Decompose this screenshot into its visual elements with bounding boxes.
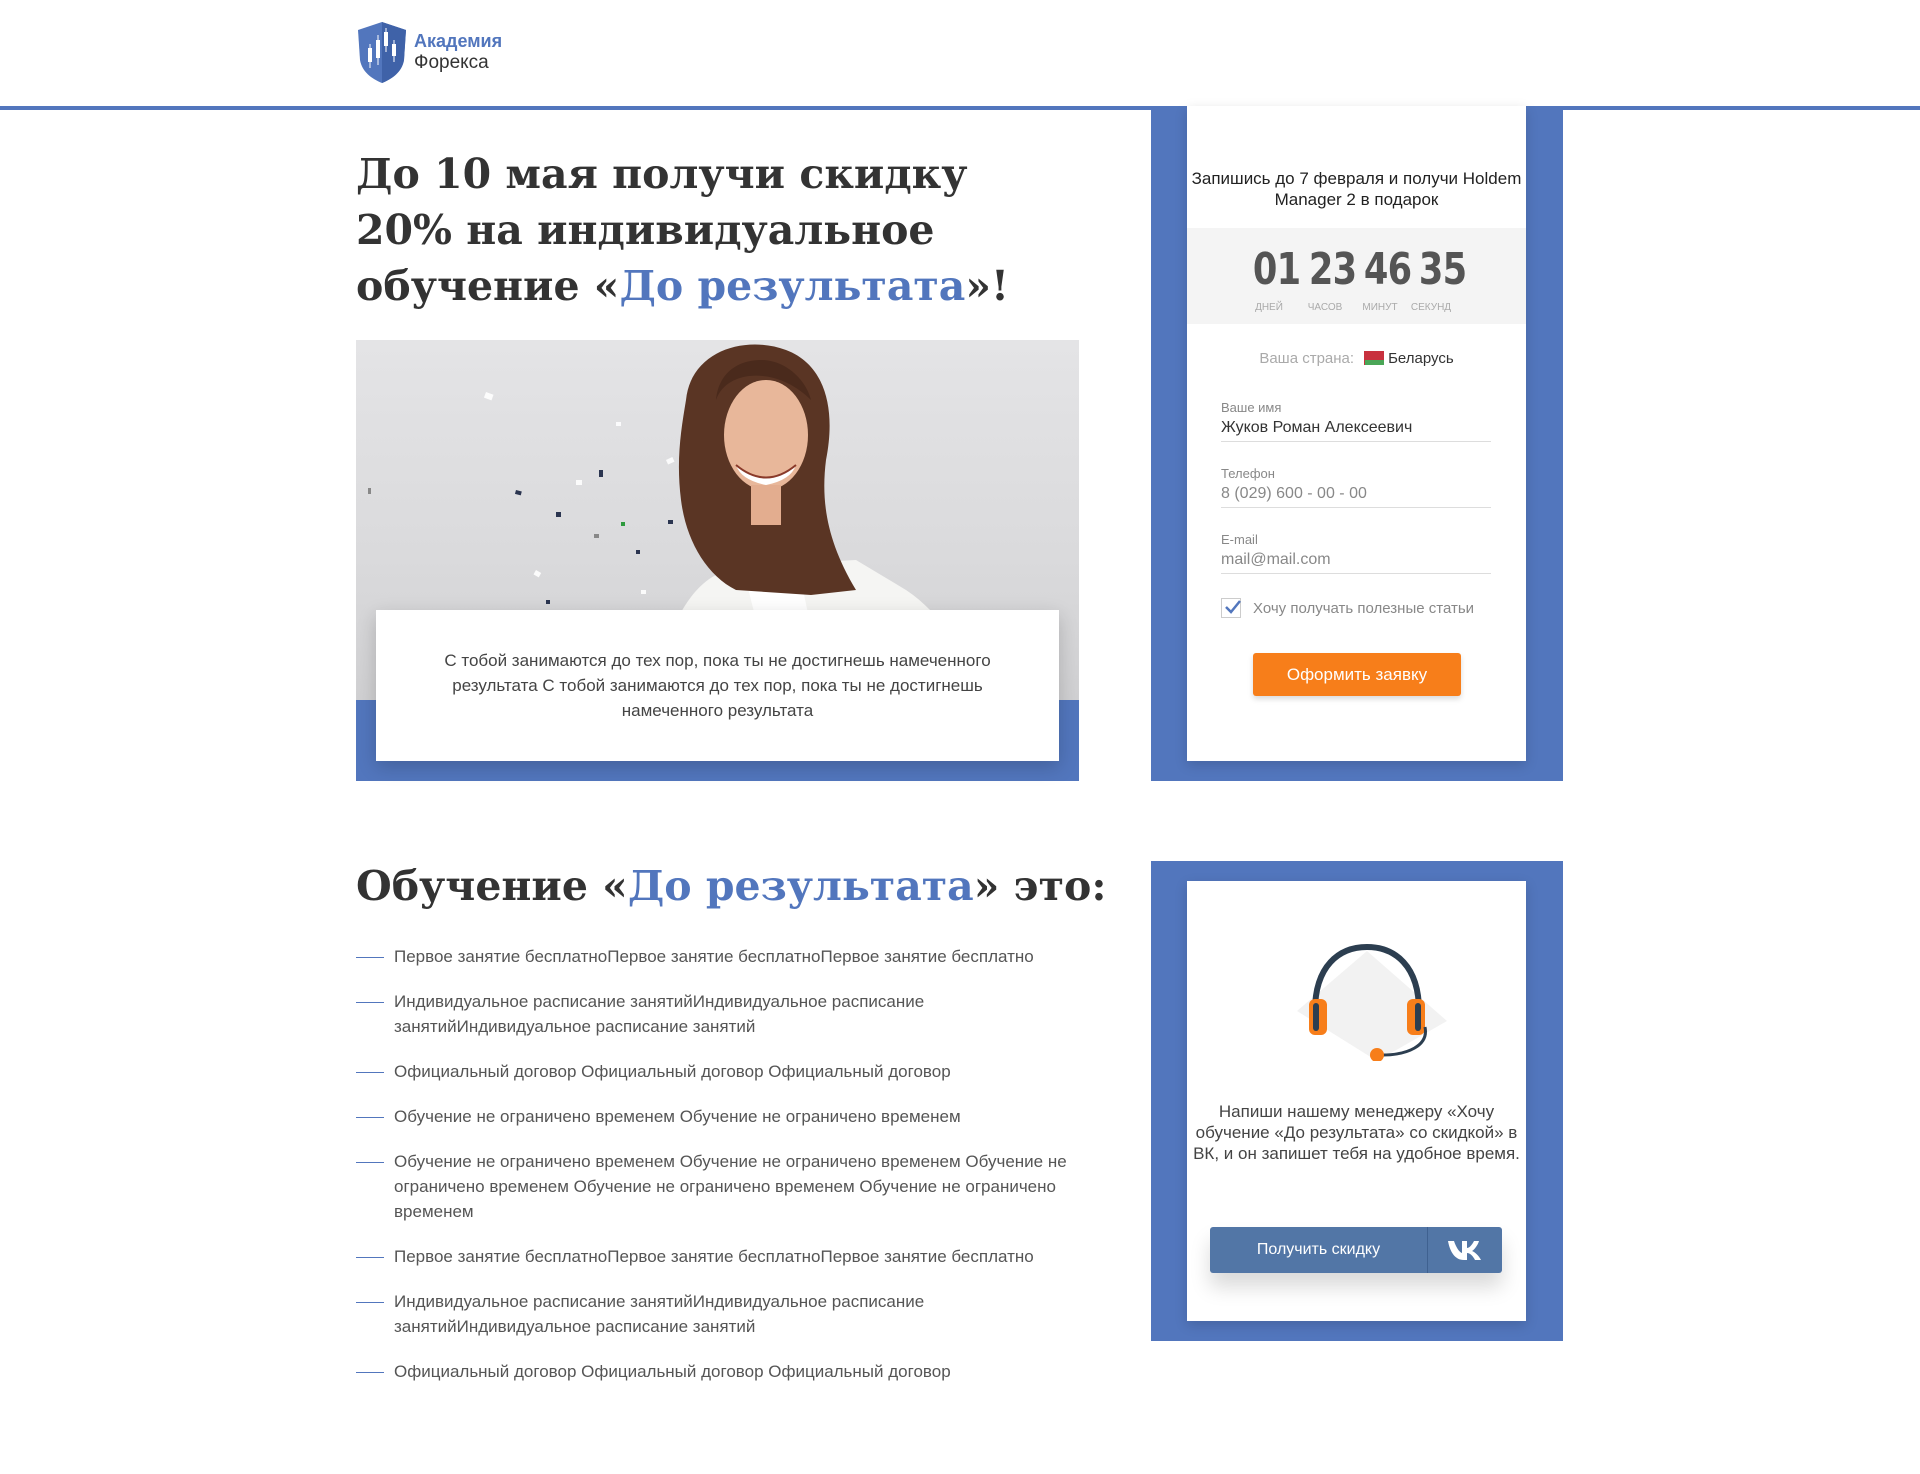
- hero-quote-card: С тобой занимаются до тех пор, пока ты н…: [376, 610, 1059, 761]
- support-card: Напиши нашему менеджеру «Хочу обучение «…: [1187, 881, 1526, 1321]
- phone-field[interactable]: Телефон 8 (029) 600 - 00 - 00: [1221, 466, 1491, 508]
- feature-item: Обучение не ограничено временем Обучение…: [356, 1104, 1076, 1129]
- feature-item: Индивидуальное расписание занятийИндивид…: [356, 989, 1076, 1039]
- timer-seconds-label: секунд: [1410, 302, 1452, 313]
- vk-icon: [1428, 1227, 1502, 1273]
- checkmark-icon: [1225, 600, 1241, 614]
- submit-button[interactable]: Оформить заявку: [1253, 653, 1461, 696]
- feature-item: Официальный договор Официальный договор …: [356, 1359, 1076, 1384]
- timer-seconds: 35: [1418, 244, 1467, 295]
- header-divider: [0, 106, 1920, 110]
- vk-discount-button[interactable]: Получить скидку: [1210, 1227, 1502, 1273]
- newsletter-checkbox-row[interactable]: Хочу получать полезные статьи: [1221, 598, 1474, 618]
- hero-title: До 10 мая получи скидку 20% на индивидуа…: [356, 146, 1076, 314]
- section-title-text: Обучение «: [356, 862, 628, 910]
- logo-subtitle: Форекса: [414, 52, 489, 73]
- timer-days: 01: [1252, 244, 1301, 295]
- name-input[interactable]: Жуков Роман Алексеевич: [1221, 419, 1491, 441]
- belarus-flag-icon: [1360, 351, 1385, 365]
- feature-item: Обучение не ограничено временем Обучение…: [356, 1149, 1076, 1224]
- name-label: Ваше имя: [1221, 400, 1282, 415]
- section-title: Обучение «До результата» это:: [356, 858, 1106, 914]
- site-header: Академия Форекса: [0, 0, 1920, 106]
- hero-title-end: »!: [965, 262, 1009, 310]
- logo-title: Академия: [414, 31, 503, 51]
- timer-minutes: 46: [1363, 244, 1412, 295]
- country-label: Ваша страна:: [1259, 350, 1355, 367]
- form-title: Запишись до 7 февраля и получи Holdem Ma…: [1191, 169, 1522, 209]
- phone-label: Телефон: [1221, 466, 1275, 481]
- feature-item: Индивидуальное расписание занятийИндивид…: [356, 1289, 1076, 1339]
- shield-logo-icon: [358, 22, 406, 83]
- name-field[interactable]: Ваше имя Жуков Роман Алексеевич: [1221, 400, 1491, 442]
- section-title-end: » это:: [973, 862, 1107, 910]
- logo[interactable]: Академия Форекса: [356, 20, 502, 84]
- vk-button-label: Получить скидку: [1210, 1227, 1428, 1273]
- hero-title-accent: До результата: [619, 262, 966, 310]
- feature-item: Первое занятие бесплатноПервое занятие б…: [356, 944, 1076, 969]
- country-selector[interactable]: Ваша страна: Беларусь: [1187, 350, 1526, 367]
- newsletter-checkbox[interactable]: [1221, 598, 1241, 618]
- countdown-timer: 01 23 46 35 дней часов минут секунд: [1187, 228, 1526, 324]
- phone-input[interactable]: 8 (029) 600 - 00 - 00: [1221, 485, 1491, 507]
- support-text: Напиши нашему менеджеру «Хочу обучение «…: [1193, 1102, 1520, 1163]
- section-title-accent: До результата: [627, 862, 974, 910]
- country-value: Беларусь: [1388, 350, 1454, 367]
- email-input[interactable]: mail@mail.com: [1221, 551, 1491, 573]
- features-list: Первое занятие бесплатноПервое занятие б…: [356, 944, 1076, 1404]
- headset-icon: [1297, 943, 1447, 1061]
- timer-hours-label: часов: [1307, 302, 1343, 313]
- email-label: E-mail: [1221, 532, 1258, 547]
- hero-photo-block: С тобой занимаются до тех пор, пока ты н…: [356, 340, 1079, 781]
- hero-quote-text: С тобой занимаются до тех пор, пока ты н…: [444, 651, 991, 720]
- timer-days-label: дней: [1255, 302, 1283, 313]
- timer-hours: 23: [1308, 244, 1357, 295]
- feature-item: Первое занятие бесплатноПервое занятие б…: [356, 1244, 1076, 1269]
- email-field[interactable]: E-mail mail@mail.com: [1221, 532, 1491, 574]
- newsletter-checkbox-label: Хочу получать полезные статьи: [1253, 599, 1475, 617]
- signup-form-card: Запишись до 7 февраля и получи Holdem Ma…: [1187, 106, 1526, 761]
- feature-item: Официальный договор Официальный договор …: [356, 1059, 1076, 1084]
